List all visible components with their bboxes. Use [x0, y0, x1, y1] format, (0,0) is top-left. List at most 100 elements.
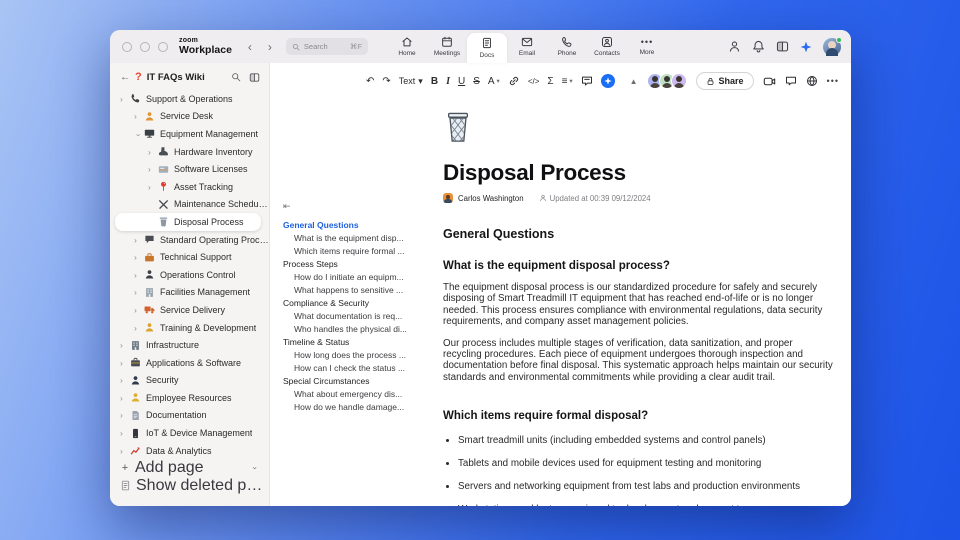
- chevron-right-icon[interactable]: ›: [134, 270, 144, 280]
- redo-button[interactable]: ↷: [382, 76, 390, 87]
- tab-home[interactable]: Home: [387, 30, 427, 63]
- nav-forward-button[interactable]: ›: [268, 40, 272, 54]
- chevron-right-icon[interactable]: ›: [148, 164, 158, 174]
- sidebar-search-icon[interactable]: [231, 72, 241, 82]
- ai-companion-button[interactable]: [600, 74, 615, 88]
- share-button[interactable]: Share: [695, 72, 754, 90]
- sidebar-item-infrastructure[interactable]: › Infrastructure: [110, 336, 269, 354]
- chevron-right-icon[interactable]: ›: [120, 94, 130, 104]
- chevron-right-icon[interactable]: ›: [120, 428, 130, 438]
- tab-phone[interactable]: Phone: [547, 30, 587, 63]
- collaborator-avatars[interactable]: [646, 73, 687, 89]
- sidebar-item-disposal-process[interactable]: Disposal Process: [115, 213, 261, 231]
- more-options-icon[interactable]: •••: [827, 76, 839, 86]
- chevron-right-icon[interactable]: ›: [134, 111, 144, 121]
- sidebar-item-training-development[interactable]: › Training & Development: [110, 319, 269, 337]
- chevron-down-icon[interactable]: ›: [134, 130, 144, 140]
- sidebar-item-maintenance-schedules[interactable]: Maintenance Schedules: [110, 196, 269, 214]
- video-camera-icon[interactable]: [763, 75, 776, 88]
- chat-icon[interactable]: [785, 75, 797, 87]
- toc-entry[interactable]: Who handles the physical di...: [283, 323, 426, 336]
- toc-entry[interactable]: How can I check the status ...: [283, 362, 426, 375]
- sidebar-item-employee-resources[interactable]: › Employee Resources: [110, 389, 269, 407]
- show-deleted-pages-button[interactable]: Show deleted pages: [110, 477, 269, 495]
- chevron-right-icon[interactable]: ›: [134, 235, 144, 245]
- formula-button[interactable]: Σ: [547, 76, 553, 87]
- notifications-bell-icon[interactable]: [752, 40, 765, 53]
- sidebar-item-service-desk[interactable]: › Service Desk: [110, 108, 269, 126]
- toc-entry[interactable]: How do we handle damage...: [283, 401, 426, 414]
- toc-entry[interactable]: What is the equipment disp...: [283, 232, 426, 245]
- chevron-right-icon[interactable]: ›: [120, 340, 130, 350]
- tab-meetings[interactable]: Meetings: [427, 30, 467, 63]
- global-search-input[interactable]: Search ⌘F: [285, 38, 368, 55]
- chevron-right-icon[interactable]: ›: [120, 358, 130, 368]
- sidebar-item-support-operations[interactable]: › Support & Operations: [110, 90, 269, 108]
- sidebar-panel-icon[interactable]: [249, 72, 260, 83]
- toc-entry-timeline-status[interactable]: Timeline & Status: [283, 336, 426, 349]
- sidebar-item-equipment-management[interactable]: › Equipment Management: [110, 125, 269, 143]
- strikethrough-button[interactable]: S: [473, 76, 480, 87]
- text-style-dropdown[interactable]: Text ▾: [399, 76, 423, 87]
- align-dropdown[interactable]: ≡ ▾: [562, 76, 573, 87]
- sidebar-item-software-licenses[interactable]: › Software Licenses: [110, 160, 269, 178]
- sidebar-item-facilities-management[interactable]: › Facilities Management: [110, 284, 269, 302]
- italic-button[interactable]: I: [446, 76, 450, 87]
- tab-docs[interactable]: Docs: [467, 33, 507, 63]
- sidebar-back-arrow[interactable]: ←: [120, 72, 130, 83]
- tab-more[interactable]: ••• More: [627, 30, 667, 63]
- chevron-right-icon[interactable]: ›: [120, 375, 130, 385]
- sidebar-item-asset-tracking[interactable]: › Asset Tracking: [110, 178, 269, 196]
- sidebar-item-documentation[interactable]: › Documentation: [110, 407, 269, 425]
- bold-button[interactable]: B: [431, 76, 438, 87]
- code-button[interactable]: </>: [528, 77, 540, 86]
- profile-icon[interactable]: [728, 40, 741, 53]
- chevron-right-icon[interactable]: ›: [120, 393, 130, 403]
- add-page-button[interactable]: + Add page ›: [110, 459, 269, 477]
- sidebar-item-operations-control[interactable]: › Operations Control: [110, 266, 269, 284]
- side-panel-icon[interactable]: [776, 40, 789, 53]
- toc-entry[interactable]: What happens to sensitive ...: [283, 284, 426, 297]
- toc-entry-compliance-security[interactable]: Compliance & Security: [283, 297, 426, 310]
- window-controls[interactable]: [122, 41, 168, 52]
- tab-contacts[interactable]: Contacts: [587, 30, 627, 63]
- user-avatar[interactable]: [823, 36, 842, 56]
- toc-entry[interactable]: What about emergency dis...: [283, 388, 426, 401]
- sidebar-item-data-analytics[interactable]: › Data & Analytics: [110, 442, 269, 460]
- maximize-window-button[interactable]: [158, 41, 168, 52]
- link-icon[interactable]: [508, 75, 520, 87]
- minimize-window-button[interactable]: [140, 41, 150, 52]
- toc-entry[interactable]: How do I initiate an equipm...: [283, 271, 426, 284]
- chevron-right-icon[interactable]: ›: [134, 287, 144, 297]
- nav-back-button[interactable]: ‹: [248, 40, 252, 54]
- chevron-right-icon[interactable]: ›: [148, 147, 158, 157]
- chevron-right-icon[interactable]: ›: [120, 410, 130, 420]
- chevron-right-icon[interactable]: ›: [134, 323, 144, 333]
- chevron-right-icon[interactable]: ›: [134, 252, 144, 262]
- toc-entry[interactable]: What documentation is req...: [283, 310, 426, 323]
- sidebar-item-technical-support[interactable]: › Technical Support: [110, 248, 269, 266]
- collapse-toolbar-chevron[interactable]: ▲: [630, 77, 638, 86]
- toc-entry-special-circumstances[interactable]: Special Circumstances: [283, 375, 426, 388]
- toc-collapse-icon[interactable]: ⇤: [283, 201, 426, 212]
- chevron-right-icon[interactable]: ›: [120, 446, 130, 456]
- toc-entry[interactable]: Which items require formal ...: [283, 245, 426, 258]
- globe-icon[interactable]: [806, 75, 818, 87]
- undo-button[interactable]: ↶: [366, 76, 374, 87]
- toc-entry[interactable]: How long does the process ...: [283, 349, 426, 362]
- chevron-down-icon[interactable]: ›: [251, 467, 261, 470]
- ai-companion-sparkle-icon[interactable]: [800, 41, 812, 53]
- sidebar-item-hardware-inventory[interactable]: › Hardware Inventory: [110, 143, 269, 161]
- sidebar-item-security[interactable]: › Security: [110, 372, 269, 390]
- sidebar-item-service-delivery[interactable]: › Service Delivery: [110, 301, 269, 319]
- sidebar-item-standard-operating-procedures[interactable]: › Standard Operating Procedures: [110, 231, 269, 249]
- sidebar-item-applications-software[interactable]: › Applications & Software: [110, 354, 269, 372]
- tab-email[interactable]: Email: [507, 30, 547, 63]
- chevron-right-icon[interactable]: ›: [148, 182, 158, 192]
- chevron-right-icon[interactable]: ›: [134, 305, 144, 315]
- underline-button[interactable]: U: [458, 76, 465, 87]
- text-color-dropdown[interactable]: A ▾: [488, 76, 500, 87]
- close-window-button[interactable]: [122, 41, 132, 52]
- toc-entry-general-questions[interactable]: General Questions: [283, 219, 426, 232]
- comment-icon[interactable]: [581, 75, 593, 87]
